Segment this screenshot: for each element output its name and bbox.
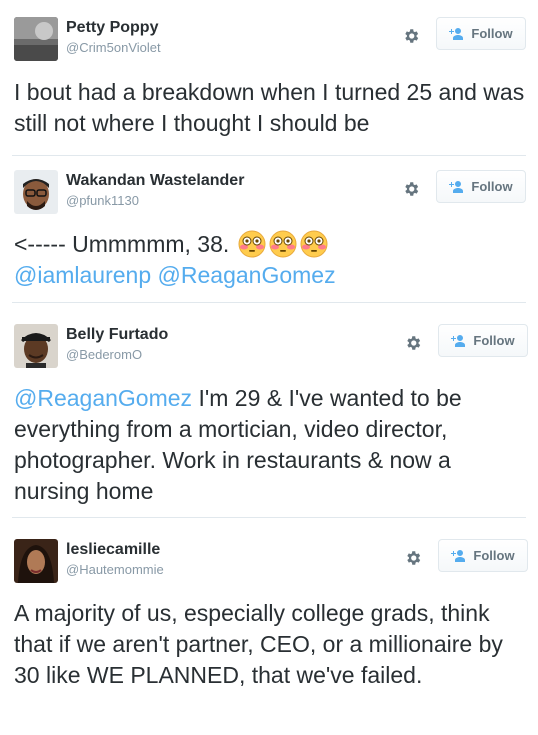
follow-button[interactable]: Follow xyxy=(438,539,528,572)
add-person-icon xyxy=(451,549,466,562)
tweet-body: <----- Ummmmm, 38. xyxy=(14,231,230,257)
mention-link[interactable]: @iamlaurenp xyxy=(14,262,151,288)
gear-icon[interactable] xyxy=(402,180,420,198)
gear-icon[interactable] xyxy=(404,549,422,567)
follow-label: Follow xyxy=(473,548,515,563)
user-handle[interactable]: @BederomO xyxy=(66,347,142,362)
follow-label: Follow xyxy=(471,26,513,41)
flushed-face-emoji xyxy=(300,230,328,258)
follow-label: Follow xyxy=(471,179,513,194)
divider xyxy=(12,155,526,156)
follow-button[interactable]: Follow xyxy=(436,170,526,203)
tweet-body: I bout had a breakdown when I turned 25 … xyxy=(14,79,525,136)
tweet-text: @ReaganGomez I'm 29 & I've wanted to be … xyxy=(14,383,529,507)
display-name[interactable]: lesliecamille xyxy=(66,541,160,559)
tweet-text: A majority of us, especially college gra… xyxy=(14,598,529,691)
avatar-belly-furtado[interactable] xyxy=(14,324,58,368)
gear-icon[interactable] xyxy=(402,27,420,45)
user-handle[interactable]: @pfunk1130 xyxy=(66,193,139,208)
mention-link[interactable]: @ReaganGomez xyxy=(14,385,192,411)
flushed-face-emoji xyxy=(269,230,297,258)
gear-icon[interactable] xyxy=(404,334,422,352)
user-handle[interactable]: @Crim5onViolet xyxy=(66,40,161,55)
display-name[interactable]: Petty Poppy xyxy=(66,19,158,37)
avatar-lesliecamille[interactable] xyxy=(14,539,58,583)
follow-label: Follow xyxy=(473,333,515,348)
user-handle[interactable]: @Hautemommie xyxy=(66,562,164,577)
tweet-body: A majority of us, especially college gra… xyxy=(14,600,503,688)
follow-button[interactable]: Follow xyxy=(436,17,526,50)
add-person-icon xyxy=(451,334,466,347)
avatar-wakandan-wastelander[interactable] xyxy=(14,170,58,214)
flushed-face-emoji xyxy=(238,230,266,258)
display-name[interactable]: Wakandan Wastelander xyxy=(66,172,244,190)
add-person-icon xyxy=(449,180,464,193)
divider xyxy=(12,302,526,303)
mention-link[interactable]: @ReaganGomez xyxy=(158,262,336,288)
tweet-text: I bout had a breakdown when I turned 25 … xyxy=(14,77,529,139)
tweet-text: <----- Ummmmm, 38. @iamlaurenp @ReaganGo… xyxy=(14,229,529,291)
display-name[interactable]: Belly Furtado xyxy=(66,326,168,344)
follow-button[interactable]: Follow xyxy=(438,324,528,357)
divider xyxy=(12,517,526,518)
add-person-icon xyxy=(449,27,464,40)
avatar-petty-poppy[interactable] xyxy=(14,17,58,61)
